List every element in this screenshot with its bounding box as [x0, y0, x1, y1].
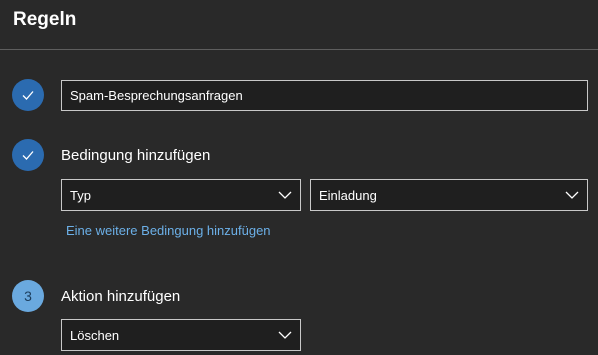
condition-type-dropdown[interactable]: Typ — [61, 179, 301, 211]
step-1-indicator — [12, 79, 44, 111]
condition-value-value: Einladung — [319, 187, 377, 203]
step-2-indicator — [12, 139, 44, 171]
rule-name-value: Spam-Besprechungsanfragen — [70, 88, 243, 103]
chevron-down-icon — [278, 191, 292, 199]
action-dropdown[interactable]: Löschen — [61, 319, 301, 351]
condition-value-dropdown[interactable]: Einladung — [310, 179, 588, 211]
header-divider — [0, 49, 598, 50]
step-3-number: 3 — [24, 288, 32, 304]
chevron-down-icon — [565, 191, 579, 199]
page-title: Regeln — [13, 9, 77, 30]
rule-name-input[interactable]: Spam-Besprechungsanfragen — [61, 80, 588, 111]
action-value: Löschen — [70, 327, 120, 343]
panel-header: Regeln — [0, 0, 598, 49]
step-3-indicator: 3 — [12, 280, 44, 312]
add-condition-link[interactable]: Eine weitere Bedingung hinzufügen — [66, 223, 271, 238]
checkmark-icon — [22, 91, 34, 100]
checkmark-icon — [22, 151, 34, 160]
action-section-label: Aktion hinzufügen — [61, 288, 181, 305]
condition-section-label: Bedingung hinzufügen — [61, 147, 211, 164]
condition-type-value: Typ — [70, 187, 91, 203]
chevron-down-icon — [278, 331, 292, 339]
